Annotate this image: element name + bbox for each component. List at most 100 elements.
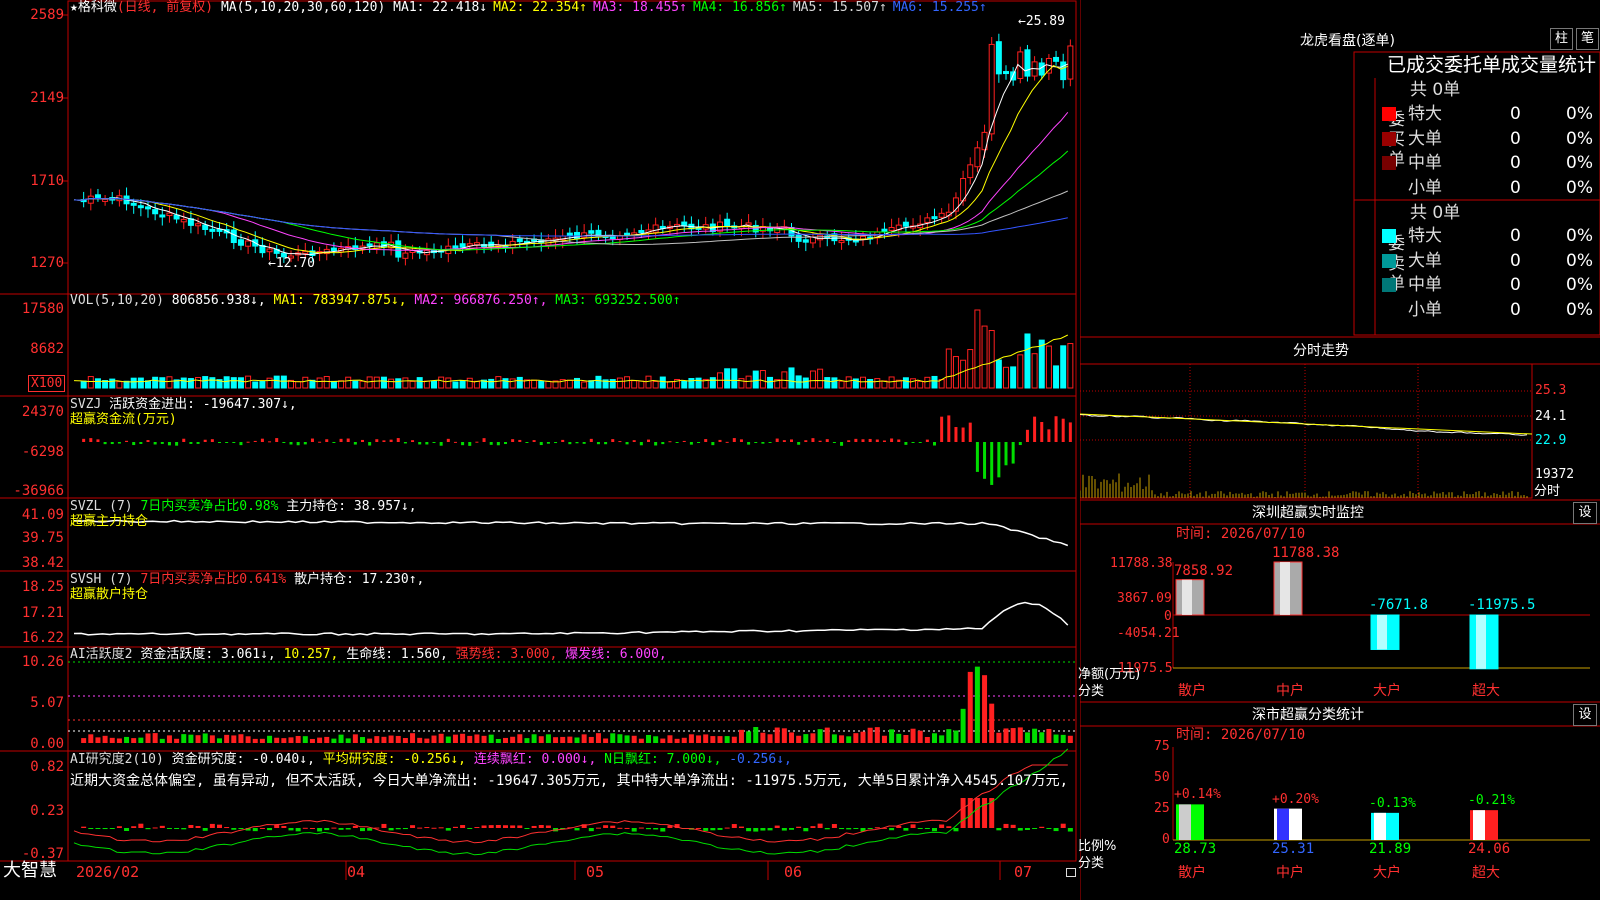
vol-ma3: MA3: 693252.500↑: [555, 293, 681, 308]
activity-bar: [338, 734, 344, 743]
activity-bar: [738, 729, 744, 743]
activity-bar: [202, 733, 208, 743]
candle-body: [237, 239, 244, 246]
volume-bar: [223, 376, 230, 389]
volume-bar: [1010, 366, 1017, 389]
volume-bar: [709, 377, 716, 389]
activity-bar: [860, 731, 866, 743]
fund-flow-bar: [732, 438, 736, 442]
activity-bar: [545, 734, 551, 743]
research-bar: [367, 828, 373, 831]
activity-bar: [696, 735, 702, 743]
lhb-stroke-button[interactable]: 笔: [1576, 28, 1599, 50]
fund-flow-bar: [954, 427, 958, 442]
fund-flow-bar: [739, 439, 743, 442]
svzl-text1: 7日内买卖净占比0.98%: [140, 499, 279, 514]
ma-label-2: MA2: 22.354↑: [493, 0, 588, 15]
fund-flow-bar: [1047, 429, 1051, 442]
fund-flow-bar: [961, 427, 965, 442]
research-bar: [1053, 828, 1059, 832]
volume-bar: [767, 376, 774, 389]
volume-bar: [888, 376, 895, 389]
activity-bar: [324, 736, 330, 743]
main-axis-0: 2589: [30, 7, 64, 23]
sell-row-name-0: 特大: [1408, 226, 1442, 246]
ai1-t1: 资金活跃度: 3.061↓,: [140, 647, 276, 662]
volume-bar: [323, 375, 330, 389]
activity-bar: [224, 734, 230, 743]
main-axis-3: 1270: [30, 255, 64, 271]
ai1-axis-2: 0.00: [30, 736, 64, 752]
fund-flow-bar: [797, 442, 801, 445]
lock-icon[interactable]: [1066, 868, 1076, 877]
activity-bar: [495, 738, 501, 743]
kline-chart-area[interactable]: ★格科微(日线, 前复权) MA(5,10,20,30,60,120) MA1:…: [0, 0, 1078, 900]
research-bar: [595, 827, 601, 829]
fund-flow-bar: [804, 440, 808, 442]
volume-bar: [531, 379, 538, 389]
research-bar: [588, 828, 594, 832]
volume-bar: [137, 377, 144, 389]
fund-flow-bar: [389, 439, 393, 442]
ai2-axis-1: 0.23: [30, 803, 64, 819]
activity-bar: [467, 735, 473, 743]
chart-frame: [67, 0, 1077, 862]
szcls-yaxis-2: 25: [1154, 801, 1170, 816]
research-bar: [445, 828, 451, 831]
volume-bar: [924, 376, 931, 389]
lhb-stat-tabs[interactable]: 已成交委托单成交量统计: [1387, 54, 1596, 76]
candle-body: [1053, 56, 1060, 62]
research-bar: [424, 827, 430, 829]
research-bar: [116, 826, 122, 828]
szmon-settings-button[interactable]: 设: [1573, 502, 1597, 524]
research-bar: [524, 828, 530, 830]
volume-bar: [860, 376, 866, 389]
activity-bar: [867, 727, 873, 743]
research-bar: [517, 825, 523, 828]
research-bar: [710, 828, 716, 831]
volume-bar: [952, 356, 959, 389]
szcls-xtitle: 分类: [1078, 856, 1105, 871]
vol-ma-line: [73, 334, 1069, 383]
volume-bar: [488, 378, 495, 389]
activity-bar: [874, 727, 880, 743]
volume-bar: [581, 381, 588, 389]
activity-bar: [817, 729, 823, 743]
activity-bar: [95, 737, 101, 743]
volume-bar: [152, 376, 159, 389]
xaxis-label-4: 07: [1014, 863, 1033, 881]
fund-flow-bar: [110, 442, 114, 445]
ma-label-4: MA4: 16.856↑: [692, 0, 787, 15]
ai1-t4: 强势线: 3.000,: [455, 647, 558, 662]
ma-legend: MA1: 22.418↓ MA2: 22.354↑ MA3: 18.455↑ MA4:…: [393, 0, 993, 15]
szcls-settings-button[interactable]: 设: [1573, 704, 1597, 726]
intraday-axis-2: 22.9: [1535, 433, 1567, 448]
ai1-title: AI活跃度2: [70, 647, 133, 662]
research-bar: [195, 826, 201, 828]
fund-flow-bar: [89, 438, 93, 442]
lhb-bar-button[interactable]: 柱: [1550, 28, 1573, 50]
activity-bar: [760, 732, 766, 743]
activity-bar: [531, 734, 537, 743]
vol-unit-badge[interactable]: X100: [28, 375, 66, 392]
activity-bar: [781, 728, 787, 743]
activity-bar: [839, 735, 845, 743]
activity-bar: [145, 733, 151, 743]
research-bar: [417, 827, 423, 829]
svzl-axis-2: 38.42: [21, 555, 64, 571]
activity-bar: [159, 738, 165, 743]
candle-body: [802, 239, 809, 243]
fund-flow-bar: [382, 440, 386, 442]
research-bar: [166, 828, 172, 829]
activity-bar: [345, 738, 351, 743]
szmon-yaxis-1: 3867.09: [1117, 591, 1172, 606]
activity-bar: [746, 731, 752, 743]
volume-bar: [545, 380, 552, 389]
volume-bar: [466, 377, 473, 389]
ai2-axis-2: -0.37: [21, 846, 64, 862]
szcls-category-3: 超大: [1472, 865, 1500, 881]
activity-bar: [445, 736, 451, 743]
szmon-time: 时间: 2026/07/10: [1176, 526, 1306, 542]
fund-flow-bar: [218, 442, 221, 443]
activity-bar: [953, 730, 959, 743]
